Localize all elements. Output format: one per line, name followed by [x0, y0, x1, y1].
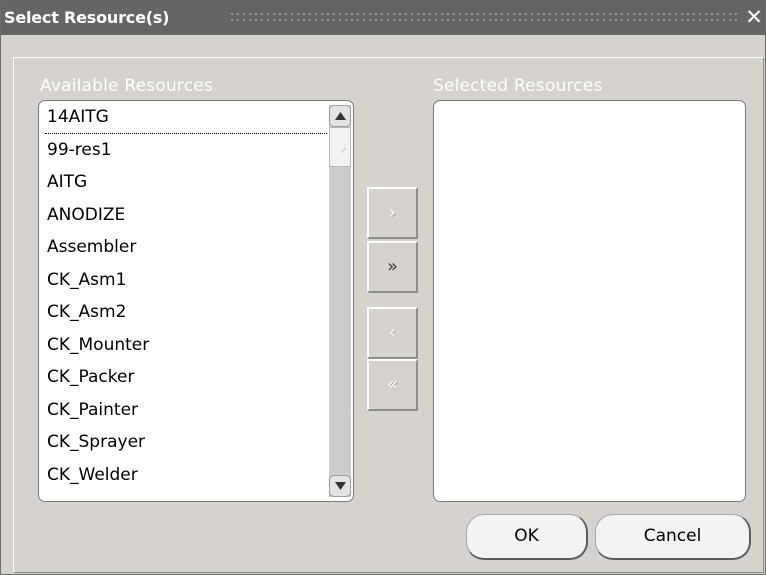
available-resources-list[interactable]: 14AITG 99-res1 AITG ANODIZE Assembler CK_Asm1…	[38, 100, 354, 502]
list-item[interactable]: AITG	[39, 166, 327, 199]
chevron-left-icon: ‹	[388, 322, 397, 343]
arrow-up-icon[interactable]	[329, 105, 351, 127]
close-icon[interactable]: ✕	[743, 4, 765, 30]
double-chevron-right-icon: »	[386, 256, 398, 277]
list-item[interactable]: ANODIZE	[39, 199, 327, 232]
list-item[interactable]: CK_Welder	[39, 459, 327, 492]
ok-button[interactable]: OK	[466, 514, 588, 560]
remove-button[interactable]: ‹	[367, 307, 418, 359]
move-button[interactable]: ›	[367, 187, 418, 239]
available-resources-label: Available Resources	[40, 76, 213, 96]
available-resources-items: 14AITG 99-res1 AITG ANODIZE Assembler CK_Asm1…	[39, 101, 327, 491]
chevron-right-icon: ›	[388, 202, 397, 223]
move-all-button[interactable]: »	[367, 241, 418, 293]
remove-all-button[interactable]: «	[367, 359, 418, 411]
arrow-down-icon[interactable]	[329, 475, 351, 497]
cancel-button[interactable]: Cancel	[595, 514, 751, 560]
list-item[interactable]: CK_Asm1	[39, 264, 327, 297]
list-item[interactable]: 99-res1	[39, 134, 327, 167]
list-item[interactable]: CK_Sprayer	[39, 426, 327, 459]
list-item[interactable]: Assembler	[39, 231, 327, 264]
list-item[interactable]: CK_Mounter	[39, 329, 327, 362]
list-item[interactable]: CK_Asm2	[39, 296, 327, 329]
title-bar[interactable]: Select Resource(s) ✕	[1, 1, 765, 35]
double-chevron-left-icon: «	[386, 374, 398, 395]
list-item[interactable]: 14AITG	[45, 101, 327, 134]
title-bar-grip	[229, 11, 737, 25]
dialog-title: Select Resource(s)	[4, 8, 170, 27]
selected-resources-label: Selected Resources	[433, 76, 603, 96]
select-resources-dialog: Select Resource(s) ✕ Available Resources…	[0, 0, 766, 575]
scrollbar-thumb[interactable]	[329, 127, 351, 167]
list-item[interactable]: CK_Packer	[39, 361, 327, 394]
selected-resources-list[interactable]	[433, 100, 746, 502]
available-list-scrollbar[interactable]	[329, 105, 351, 497]
list-item[interactable]: CK_Painter	[39, 394, 327, 427]
